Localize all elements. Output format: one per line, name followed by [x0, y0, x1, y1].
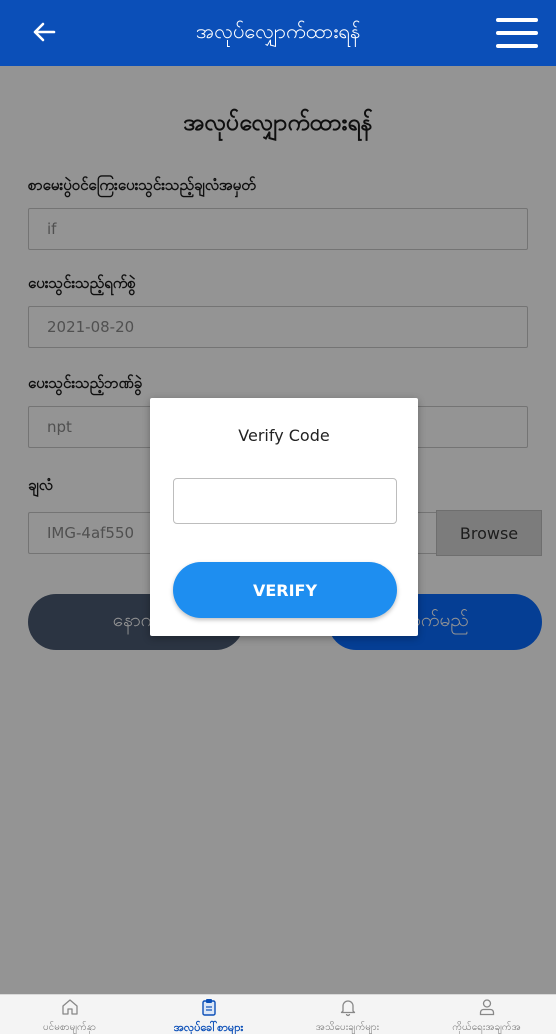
verify-button[interactable]: VERIFY [173, 562, 397, 618]
home-icon [60, 997, 80, 1021]
back-arrow-icon[interactable] [26, 14, 62, 50]
nav-label-jobs: အလုပ်ခေါ်စာများ [173, 1021, 244, 1034]
verify-code-input[interactable] [173, 478, 397, 524]
dialog-title: Verify Code [238, 426, 330, 445]
bell-icon [338, 997, 358, 1021]
clipboard-icon [199, 997, 219, 1021]
nav-item-profile[interactable]: ကိုယ်ရေးအချက်အ [417, 995, 556, 1034]
verify-code-dialog: Verify Code VERIFY [150, 398, 418, 636]
nav-label-home: ပင်မစာမျက်နှာ [42, 1022, 97, 1033]
nav-item-home[interactable]: ပင်မစာမျက်နှာ [0, 995, 139, 1034]
app-bar: အလုပ်လျှောက်ထားရန် [0, 0, 556, 66]
bottom-navigation: ပင်မစာမျက်နှာ အလုပ်ခေါ်စာများ အသိပေးချက်… [0, 994, 556, 1034]
person-icon [477, 997, 497, 1021]
nav-label-notifications: အသိပေးချက်များ [315, 1022, 380, 1033]
nav-item-notifications[interactable]: အသိပေးချက်များ [278, 995, 417, 1034]
hamburger-menu-icon[interactable] [496, 18, 538, 48]
app-bar-title: အလုပ်လျှောက်ထားရန် [195, 19, 361, 43]
nav-label-profile: ကိုယ်ရေးအချက်အ [452, 1022, 521, 1033]
nav-item-jobs[interactable]: အလုပ်ခေါ်စာများ [139, 995, 278, 1034]
